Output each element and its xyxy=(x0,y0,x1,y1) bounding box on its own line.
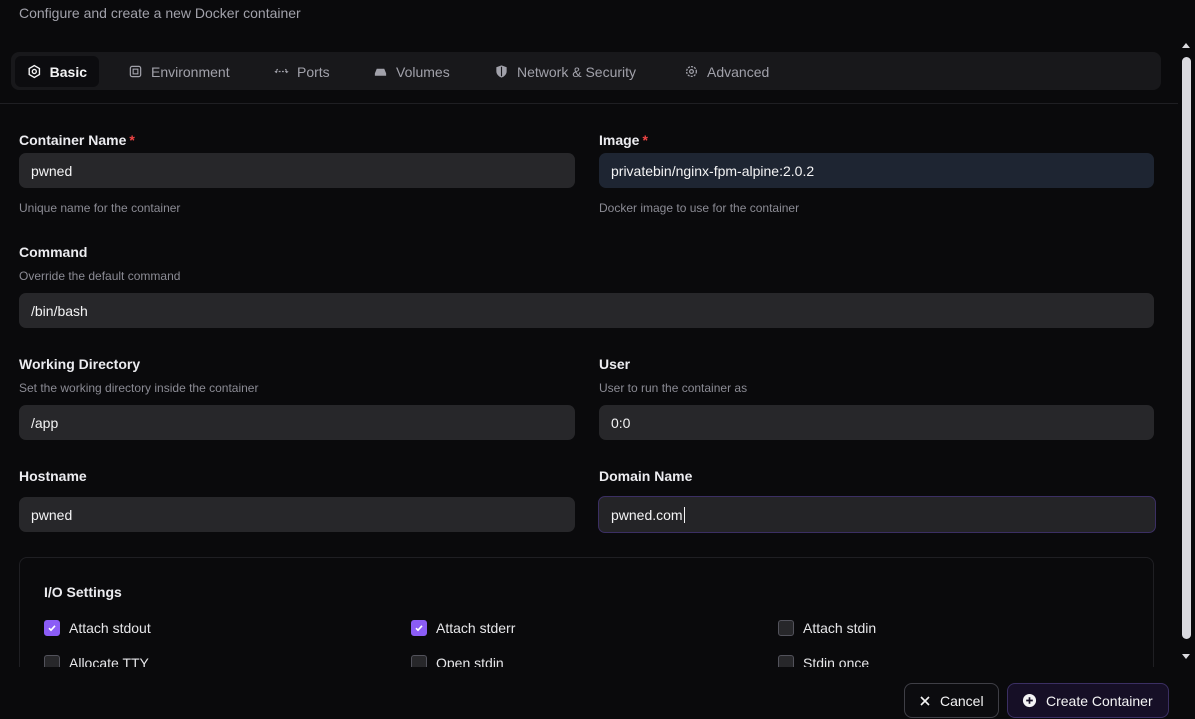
working-directory-input[interactable]: /app xyxy=(19,405,575,440)
arrows-horizontal-icon xyxy=(274,68,289,75)
scroll-up-icon[interactable] xyxy=(1182,43,1190,48)
tab-bar: Basic Environment Ports Volumes Network … xyxy=(11,52,1161,90)
close-icon xyxy=(920,695,930,706)
attach-stdin-checkbox[interactable]: Attach stdin xyxy=(778,620,876,636)
scrollbar-thumb[interactable] xyxy=(1182,57,1191,639)
command-label: Command xyxy=(19,244,88,260)
user-label: User xyxy=(599,356,631,372)
tab-divider xyxy=(0,103,1178,104)
required-marker: * xyxy=(642,132,648,148)
scroll-down-icon[interactable] xyxy=(1182,654,1190,659)
hostname-input[interactable]: pwned xyxy=(19,497,575,532)
tab-label: Environment xyxy=(151,63,230,80)
io-settings-title: I/O Settings xyxy=(44,584,122,600)
container-name-label: Container Name * xyxy=(19,132,135,148)
image-input[interactable]: privatebin/nginx-fpm-alpine:2.0.2 xyxy=(599,153,1154,188)
checkbox-checked-icon xyxy=(44,620,60,636)
tab-environment[interactable]: Environment xyxy=(116,56,242,87)
domain-name-input[interactable]: pwned.com xyxy=(598,496,1156,533)
dialog-footer xyxy=(0,667,1178,719)
working-directory-hint: Set the working directory inside the con… xyxy=(19,381,259,395)
tab-label: Ports xyxy=(297,63,330,80)
container-name-hint: Unique name for the container xyxy=(19,201,181,215)
shield-icon xyxy=(496,65,507,78)
chip-icon xyxy=(129,65,142,78)
container-name-input[interactable]: pwned xyxy=(19,153,575,188)
gear-icon xyxy=(685,65,698,78)
working-directory-label: Working Directory xyxy=(19,356,141,372)
tab-label: Volumes xyxy=(396,63,450,80)
checkbox-checked-icon xyxy=(411,620,427,636)
hostname-label: Hostname xyxy=(19,468,87,484)
checkbox-label: Attach stdin xyxy=(803,620,877,636)
tab-label: Basic xyxy=(49,63,87,80)
dialog-subtitle: Configure and create a new Docker contai… xyxy=(19,5,301,21)
attach-stderr-checkbox[interactable]: Attach stderr xyxy=(411,620,515,636)
user-input[interactable]: 0:0 xyxy=(599,405,1154,440)
image-label: Image * xyxy=(599,132,648,148)
tab-basic[interactable]: Basic xyxy=(15,56,99,87)
plus-circle-icon xyxy=(1022,693,1037,708)
domain-name-label: Domain Name xyxy=(599,468,693,484)
required-marker: * xyxy=(129,132,135,148)
hexagon-gear-icon xyxy=(28,64,41,79)
cancel-button[interactable]: Cancel xyxy=(904,683,999,718)
hard-drive-icon xyxy=(374,68,387,76)
tab-network-security[interactable]: Network & Security xyxy=(482,56,648,87)
tab-advanced[interactable]: Advanced xyxy=(672,56,781,87)
create-container-button[interactable]: Create Container xyxy=(1007,683,1169,718)
user-hint: User to run the container as xyxy=(599,381,748,395)
command-hint: Override the default command xyxy=(19,269,181,283)
tab-label: Advanced xyxy=(707,63,770,80)
text-caret xyxy=(683,506,685,523)
checkbox-label: Attach stdout xyxy=(69,620,151,636)
tab-volumes[interactable]: Volumes xyxy=(361,56,462,87)
checkbox-label: Attach stderr xyxy=(436,620,516,636)
command-input[interactable]: /bin/bash xyxy=(19,293,1154,328)
vertical-scrollbar[interactable] xyxy=(1178,37,1195,667)
tab-label: Network & Security xyxy=(517,63,637,80)
tab-ports[interactable]: Ports xyxy=(262,56,342,87)
create-label: Create Container xyxy=(1046,692,1153,709)
cancel-label: Cancel xyxy=(940,692,984,709)
image-hint: Docker image to use for the container xyxy=(599,201,800,215)
checkbox-unchecked-icon xyxy=(778,620,794,636)
attach-stdout-checkbox[interactable]: Attach stdout xyxy=(44,620,151,636)
